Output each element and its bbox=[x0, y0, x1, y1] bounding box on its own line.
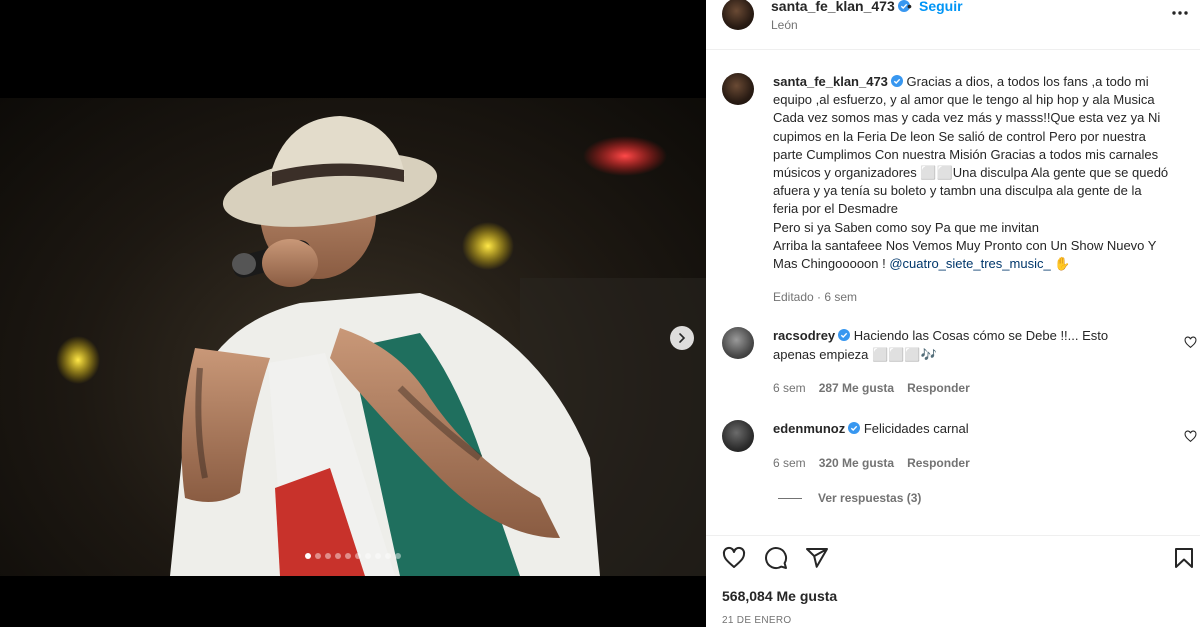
caption-body: santa_fe_klan_473 Gracias a dios, a todo… bbox=[773, 73, 1193, 273]
carousel-dot bbox=[385, 553, 391, 559]
comment-age[interactable]: 6 sem bbox=[773, 381, 806, 395]
chevron-right-icon bbox=[679, 333, 686, 343]
author-username[interactable]: santa_fe_klan_473 bbox=[771, 0, 910, 14]
comment-like-count[interactable]: 320 Me gusta bbox=[819, 456, 894, 470]
like-count[interactable]: 568,084 Me gusta bbox=[722, 588, 837, 604]
caption-line: Pero si ya Saben como soy Pa que me invi… bbox=[773, 219, 1039, 235]
caption-author-avatar[interactable] bbox=[722, 73, 754, 105]
carousel-dot bbox=[325, 553, 331, 559]
caption-line: parte Cumplimos Con nuestra Misión Graci… bbox=[773, 146, 1159, 162]
caption-line: Cada vez somos mas y cada vez más y mass… bbox=[773, 110, 1161, 126]
carousel-indicator bbox=[0, 553, 706, 559]
comment-text: apenas empieza ⬜⬜⬜🎶 bbox=[773, 346, 937, 362]
post-actions: 568,084 Me gusta 21 DE ENERO bbox=[706, 535, 1200, 627]
caption-line: músicos y organizadores ⬜⬜Una disculpa A… bbox=[773, 165, 1169, 181]
post-date[interactable]: 21 DE ENERO bbox=[722, 615, 791, 626]
carousel-dot bbox=[305, 553, 311, 559]
concert-photo-illustration bbox=[56, 116, 706, 576]
carousel-dot bbox=[355, 553, 361, 559]
more-options-icon[interactable] bbox=[1170, 6, 1190, 20]
view-replies-button[interactable]: Ver respuestas (3) bbox=[778, 491, 921, 505]
verified-badge-icon bbox=[838, 329, 851, 341]
caption-text: Gracias a dios, a todos los fans ,a todo… bbox=[906, 74, 1149, 89]
caption-emoji: ✋ bbox=[1050, 256, 1071, 272]
carousel-dot bbox=[345, 553, 351, 559]
heart-icon[interactable] bbox=[722, 546, 746, 570]
follow-button[interactable]: Seguir bbox=[919, 0, 963, 14]
carousel-dot bbox=[315, 553, 321, 559]
comment-meta: 6 sem 320 Me gusta Responder bbox=[773, 456, 983, 470]
post-side-panel: santa_fe_klan_473 • Seguir León santa_fe… bbox=[706, 0, 1200, 627]
comment-body: racsodrey Haciendo las Cosas cómo se Deb… bbox=[773, 327, 1153, 364]
view-replies-line bbox=[778, 498, 802, 500]
carousel-dot bbox=[365, 553, 371, 559]
carousel-dot bbox=[375, 553, 381, 559]
comment-icon[interactable] bbox=[764, 546, 788, 570]
post-location[interactable]: León bbox=[771, 18, 798, 32]
heart-icon[interactable] bbox=[1184, 336, 1197, 349]
caption-line-last: Mas Chingooooon ! @cuatro_siete_tres_mus… bbox=[773, 255, 1193, 273]
send-icon[interactable] bbox=[805, 546, 829, 570]
comment-body: edenmunoz Felicidades carnal bbox=[773, 420, 1153, 439]
caption-author-username[interactable]: santa_fe_klan_473 bbox=[773, 74, 888, 89]
author-avatar[interactable] bbox=[722, 0, 754, 30]
carousel-dot bbox=[335, 553, 341, 559]
caption-line: equipo ,al esfuerzo, y al amor que le te… bbox=[773, 92, 1155, 108]
verified-badge-icon bbox=[890, 75, 903, 87]
comment-meta: 6 sem 287 Me gusta Responder bbox=[773, 381, 983, 395]
comment-age[interactable]: 6 sem bbox=[773, 456, 806, 470]
commenter-avatar[interactable] bbox=[722, 327, 754, 359]
reply-button[interactable]: Responder bbox=[907, 456, 970, 470]
post-media-pane bbox=[0, 0, 706, 627]
caption-line: Arriba la santafeee Nos Vemos Muy Pronto… bbox=[773, 237, 1157, 253]
comment-text: Felicidades carnal bbox=[863, 421, 969, 436]
view-replies-label[interactable]: Ver respuestas (3) bbox=[818, 491, 921, 505]
commenter-username[interactable]: edenmunoz bbox=[773, 421, 845, 436]
header-separator: • bbox=[907, 0, 912, 14]
post-photo[interactable] bbox=[0, 98, 706, 576]
comment-like-count[interactable]: 287 Me gusta bbox=[819, 381, 894, 395]
commenter-avatar[interactable] bbox=[722, 420, 754, 452]
heart-icon[interactable] bbox=[1184, 430, 1197, 443]
caption-line: afuera y ya tenía su boleto y tambn una … bbox=[773, 183, 1142, 199]
author-username-label[interactable]: santa_fe_klan_473 bbox=[771, 0, 895, 14]
commenter-username[interactable]: racsodrey bbox=[773, 328, 835, 343]
reply-button[interactable]: Responder bbox=[907, 381, 970, 395]
caption-line: feria por el Desmadre bbox=[773, 201, 898, 217]
bookmark-icon[interactable] bbox=[1172, 546, 1196, 570]
caption-mention-link[interactable]: @cuatro_siete_tres_music_ bbox=[889, 256, 1050, 271]
carousel-dot bbox=[395, 553, 401, 559]
post-header: santa_fe_klan_473 • Seguir León bbox=[706, 0, 1200, 50]
caption-text: Mas Chingooooon ! bbox=[773, 256, 890, 272]
caption-meta: Editado · 6 sem bbox=[773, 290, 858, 304]
comment-text: Haciendo las Cosas cómo se Debe !!... Es… bbox=[853, 328, 1109, 343]
next-slide-button[interactable] bbox=[670, 326, 694, 350]
verified-badge-icon bbox=[848, 422, 861, 434]
caption-line-0: santa_fe_klan_473 Gracias a dios, a todo… bbox=[773, 73, 1193, 91]
caption-line: cupimos en la Feria De leon Se salió de … bbox=[773, 128, 1146, 144]
